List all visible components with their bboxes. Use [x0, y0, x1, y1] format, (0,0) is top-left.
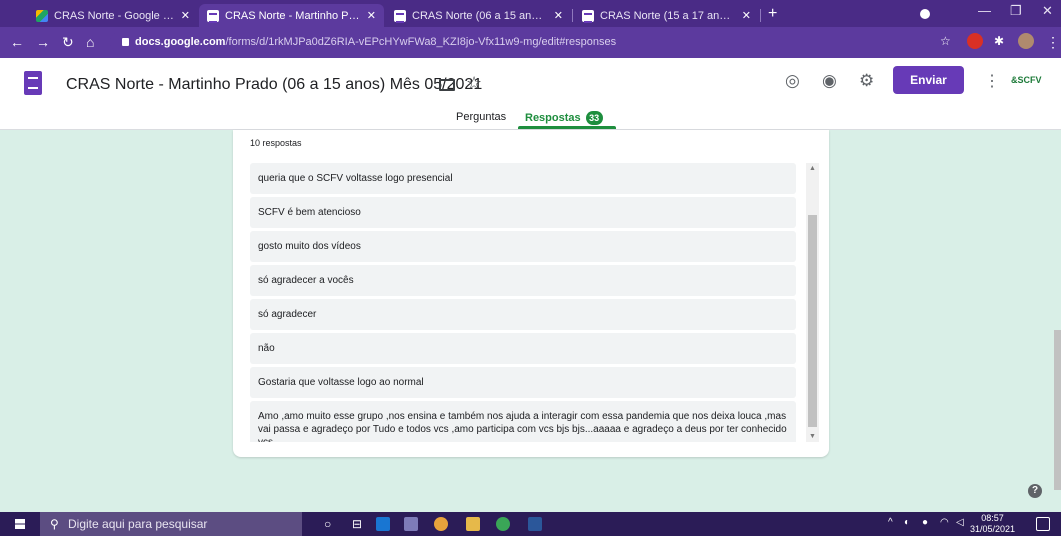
url-path: /forms/d/1rkMJPa0dZ6RIA-vEPcHYwFWa8_KZI8… — [225, 36, 617, 48]
bookmark-star-icon[interactable]: ☆ — [940, 34, 951, 48]
search-placeholder: Digite aqui para pesquisar — [68, 517, 208, 531]
active-tab-indicator — [518, 126, 616, 129]
scfv-logo: &SCFV — [1011, 75, 1042, 85]
file-explorer-icon[interactable] — [466, 517, 480, 531]
back-icon[interactable]: ← — [10, 34, 24, 50]
lock-icon — [122, 38, 129, 46]
list-item: queria que o SCFV voltasse logo presenci… — [250, 163, 796, 194]
reload-icon[interactable]: ↻ — [62, 34, 74, 51]
task-view-icon[interactable]: ⊟ — [352, 517, 362, 531]
wifi-icon[interactable]: ◠ — [940, 517, 949, 528]
page-scrollbar[interactable] — [1054, 330, 1061, 490]
chrome-icon[interactable] — [434, 517, 448, 531]
notifications-icon[interactable] — [1036, 517, 1050, 531]
windows-taskbar: ⚲ Digite aqui para pesquisar ○ ⊟ ^ ◐ ● ◠… — [0, 512, 1061, 536]
google-forms-icon — [207, 9, 219, 23]
tab-separator — [572, 9, 573, 22]
form-title[interactable]: CRAS Norte - Martinho Prado (06 a 15 ano… — [66, 76, 482, 94]
cortana-icon[interactable]: ○ — [324, 517, 331, 531]
windows-start-icon[interactable] — [15, 519, 25, 529]
tray-expand-icon[interactable]: ^ — [888, 517, 893, 528]
settings-gear-icon[interactable]: ⚙ — [859, 71, 874, 91]
minimize-icon[interactable]: — — [978, 3, 991, 18]
scroll-down-icon[interactable]: ▼ — [809, 433, 816, 440]
help-icon[interactable]: ? — [1028, 484, 1042, 498]
taskbar-search-input[interactable]: ⚲ Digite aqui para pesquisar — [40, 512, 302, 536]
url-field[interactable]: docs.google.com /forms/d/1rkMJPa0dZ6RIA-… — [110, 31, 970, 53]
list-item: gosto muito dos vídeos — [250, 231, 796, 262]
address-bar-row: ← → ↻ ⌂ docs.google.com /forms/d/1rkMJPa… — [0, 27, 1061, 58]
volume-icon[interactable]: ◁ — [956, 517, 964, 528]
tab-15-a-17[interactable]: CRAS Norte (15 a 17 anos) Mês ( ✕ — [574, 4, 759, 27]
google-forms-icon — [582, 9, 594, 23]
home-icon[interactable]: ⌂ — [86, 34, 94, 50]
browser-tab-strip: CRAS Norte - Google Drive ✕ CRAS Norte -… — [0, 0, 1061, 27]
mail-icon[interactable] — [376, 517, 390, 531]
answer-list-scrollbar[interactable]: ▲ ▼ — [806, 163, 819, 442]
forms-header: CRAS Norte - Martinho Prado (06 a 15 ano… — [0, 58, 1061, 130]
tab-label: CRAS Norte (06 a 15 anos) Mês ( — [412, 9, 548, 22]
tab-martinho-prado[interactable]: CRAS Norte - Martinho Prado (0( ✕ — [199, 4, 384, 27]
palette-icon[interactable]: ◎ — [785, 71, 800, 91]
answer-list[interactable]: queria que o SCFV voltasse logo presenci… — [250, 163, 796, 442]
question-summary-card: 10 respostas queria que o SCFV voltasse … — [233, 130, 829, 457]
list-item: Amo ,amo muito esse grupo ,nos ensina e … — [250, 401, 796, 442]
restore-icon[interactable]: ❐ — [1010, 3, 1022, 19]
search-icon: ⚲ — [50, 517, 59, 531]
response-count-badge: 33 — [585, 111, 603, 125]
url-host: docs.google.com — [135, 36, 226, 48]
scrollbar-thumb[interactable] — [808, 215, 817, 427]
clock-date: 31/05/2021 — [970, 524, 1016, 534]
list-item: só agradecer — [250, 299, 796, 330]
tab-separator — [760, 9, 761, 22]
profile-indicator-icon[interactable] — [920, 9, 930, 19]
extension-icon[interactable] — [967, 33, 983, 49]
tab-questions[interactable]: Perguntas — [456, 111, 506, 123]
tab-label: CRAS Norte (15 a 17 anos) Mês ( — [600, 9, 736, 22]
avatar[interactable] — [1018, 33, 1034, 49]
clock-time: 08:57 — [981, 513, 1004, 523]
whatsapp-icon[interactable] — [496, 517, 510, 531]
word-icon[interactable] — [528, 517, 542, 531]
taskbar-clock[interactable]: 08:57 31/05/2021 — [970, 513, 1015, 535]
list-item: SCFV é bem atencioso — [250, 197, 796, 228]
list-item: não — [250, 333, 796, 364]
store-icon[interactable] — [404, 517, 418, 531]
tray-app-icon[interactable]: ● — [922, 517, 928, 528]
folder-icon[interactable] — [439, 79, 455, 91]
google-forms-logo-icon[interactable] — [24, 71, 42, 95]
tab-responses[interactable]: Respostas 33 — [525, 111, 603, 125]
google-forms-icon — [394, 9, 406, 23]
close-icon[interactable]: ✕ — [367, 9, 376, 22]
scroll-up-icon[interactable]: ▲ — [809, 165, 816, 172]
response-count-text: 10 respostas — [250, 138, 302, 148]
more-options-icon[interactable]: ⋮ — [984, 71, 1000, 91]
list-item: Gostaria que voltasse logo ao normal — [250, 367, 796, 398]
forward-icon[interactable]: → — [36, 34, 50, 50]
preview-eye-icon[interactable]: ◉ — [822, 71, 837, 91]
tab-06-a-15[interactable]: CRAS Norte (06 a 15 anos) Mês ( ✕ — [386, 4, 571, 27]
extensions-puzzle-icon[interactable]: ✱ — [994, 34, 1004, 48]
close-icon[interactable]: ✕ — [742, 9, 751, 22]
window-close-icon[interactable]: ✕ — [1042, 3, 1053, 19]
google-drive-icon — [36, 9, 48, 22]
tab-google-drive[interactable]: CRAS Norte - Google Drive ✕ — [28, 4, 198, 27]
close-icon[interactable]: ✕ — [181, 9, 190, 22]
tab-label: CRAS Norte - Martinho Prado (0( — [225, 9, 361, 22]
tab-responses-label: Respostas — [525, 112, 581, 124]
send-button[interactable]: Enviar — [893, 66, 964, 94]
star-icon[interactable]: ☆ — [466, 73, 482, 94]
new-tab-button[interactable]: + — [768, 5, 777, 23]
close-icon[interactable]: ✕ — [554, 9, 563, 22]
tray-app-icon[interactable]: ◐ — [904, 517, 910, 528]
list-item: só agradecer a vocês — [250, 265, 796, 296]
browser-menu-icon[interactable]: ⋮ — [1046, 34, 1060, 51]
tab-label: CRAS Norte - Google Drive — [54, 9, 175, 22]
